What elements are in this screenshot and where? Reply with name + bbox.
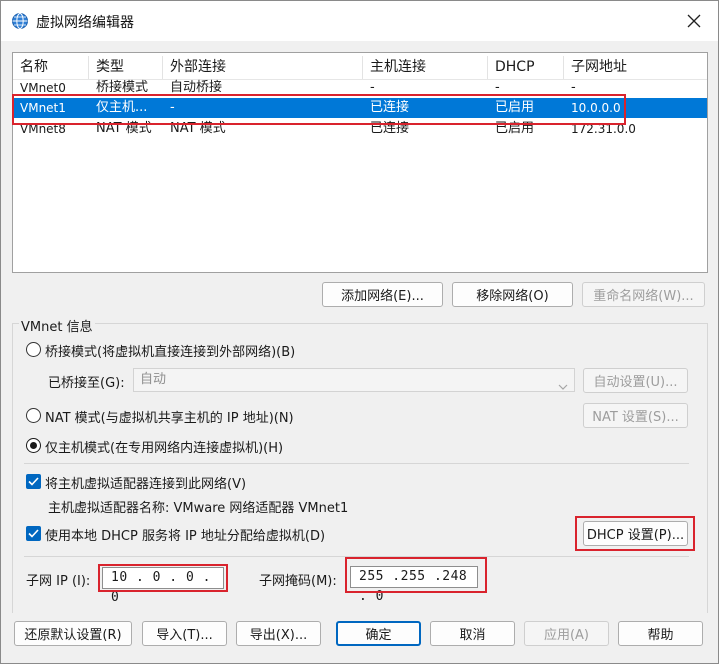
cell-name: VMnet1	[20, 101, 66, 115]
dhcp-checkbox[interactable]	[26, 526, 41, 541]
checkmark-icon	[28, 477, 39, 486]
bridge-mode-label[interactable]: 桥接模式(将虚拟机直接连接到外部网络)(B)	[45, 341, 295, 360]
export-button[interactable]: 导出(X)...	[236, 621, 321, 646]
cell-host: 已连接	[370, 100, 410, 115]
list-header: 名称 类型 外部连接 主机连接 DHCP 子网地址	[13, 56, 707, 80]
subnet-ip-label: 子网 IP (I):	[26, 574, 91, 589]
cell-external: NAT 模式	[170, 121, 226, 136]
cell-dhcp: 已启用	[495, 100, 535, 115]
subnet-mask-label: 子网掩码(M):	[259, 574, 337, 589]
cell-subnet: 10.0.0.0	[571, 101, 621, 115]
cancel-button[interactable]: 取消	[430, 621, 515, 646]
bridged-to-label: 已桥接至(G):	[48, 376, 125, 391]
window-title: 虚拟网络编辑器	[36, 15, 134, 31]
bridge-mode-radio[interactable]	[26, 342, 41, 357]
chevron-down-icon	[558, 377, 568, 399]
connect-adapter-label[interactable]: 将主机虚拟适配器连接到此网络(V)	[45, 473, 246, 492]
table-row[interactable]: VMnet8 NAT 模式 NAT 模式 已连接 已启用 172.31.0.0	[13, 119, 707, 139]
cell-name: VMnet8	[20, 122, 66, 136]
cell-host: -	[370, 80, 375, 95]
column-header-dhcp[interactable]: DHCP	[488, 56, 564, 79]
bridged-to-value: 自动	[140, 372, 167, 387]
cell-dhcp: 已启用	[495, 121, 535, 136]
column-header-host[interactable]: 主机连接	[363, 56, 488, 79]
cell-external: -	[170, 100, 175, 115]
dhcp-settings-button[interactable]: DHCP 设置(P)...	[583, 521, 688, 546]
bridged-to-select[interactable]: 自动	[133, 368, 575, 392]
cell-subnet: 172.31.0.0	[571, 122, 636, 136]
cell-type: 仅主机...	[96, 100, 148, 115]
cell-external: 自动桥接	[170, 80, 223, 95]
column-header-name[interactable]: 名称	[13, 56, 89, 79]
ok-button[interactable]: 确定	[336, 621, 421, 646]
divider	[24, 556, 689, 557]
checkmark-icon	[28, 529, 39, 538]
dhcp-label[interactable]: 使用本地 DHCP 服务将 IP 地址分配给虚拟机(D)	[45, 525, 325, 544]
restore-defaults-button[interactable]: 还原默认设置(R)	[14, 621, 132, 646]
host-only-mode-label[interactable]: 仅主机模式(在专用网络内连接虚拟机)(H)	[45, 437, 283, 456]
cell-host: 已连接	[370, 121, 410, 136]
add-network-button[interactable]: 添加网络(E)...	[322, 282, 443, 307]
cell-type: 桥接模式	[96, 80, 149, 95]
cell-subnet: -	[571, 80, 576, 95]
apply-button[interactable]: 应用(A)	[524, 621, 609, 646]
nat-mode-label[interactable]: NAT 模式(与虚拟机共享主机的 IP 地址)(N)	[45, 407, 294, 426]
connect-adapter-checkbox[interactable]	[26, 474, 41, 489]
globe-icon	[11, 12, 29, 30]
adapter-name-label: 主机虚拟适配器名称: VMware 网络适配器 VMnet1	[48, 501, 349, 516]
divider	[24, 463, 689, 464]
table-row[interactable]: VMnet0 桥接模式 自动桥接 - - -	[13, 78, 707, 98]
close-icon[interactable]	[682, 9, 706, 33]
rename-network-button[interactable]: 重命名网络(W)...	[582, 282, 705, 307]
help-button[interactable]: 帮助	[618, 621, 703, 646]
import-button[interactable]: 导入(T)...	[142, 621, 227, 646]
auto-settings-button[interactable]: 自动设置(U)...	[583, 368, 688, 393]
title-bar: 虚拟网络编辑器	[1, 1, 718, 41]
nat-settings-button[interactable]: NAT 设置(S)...	[583, 403, 688, 428]
column-header-external[interactable]: 外部连接	[163, 56, 363, 79]
table-row-selected[interactable]: VMnet1 仅主机... - 已连接 已启用 10.0.0.0	[13, 98, 707, 118]
column-header-type[interactable]: 类型	[89, 56, 163, 79]
remove-network-button[interactable]: 移除网络(O)	[452, 282, 573, 307]
cell-name: VMnet0	[20, 81, 66, 95]
nat-mode-radio[interactable]	[26, 408, 41, 423]
cell-dhcp: -	[495, 80, 500, 95]
cell-type: NAT 模式	[96, 121, 152, 136]
host-only-mode-radio[interactable]	[26, 438, 41, 453]
vmnet-info-label: VMnet 信息	[19, 316, 95, 335]
subnet-ip-field[interactable]: 10 . 0 . 0 . 0	[102, 567, 224, 605]
network-list[interactable]: 名称 类型 外部连接 主机连接 DHCP 子网地址 VMnet0 桥接模式 自动…	[12, 52, 708, 273]
subnet-mask-field[interactable]: 255 .255 .248 . 0	[350, 566, 478, 604]
column-header-subnet[interactable]: 子网地址	[564, 56, 690, 79]
virtual-network-editor-window: 虚拟网络编辑器 名称 类型 外部连接 主机连接 DHCP 子网地址 VMnet0…	[0, 0, 719, 664]
